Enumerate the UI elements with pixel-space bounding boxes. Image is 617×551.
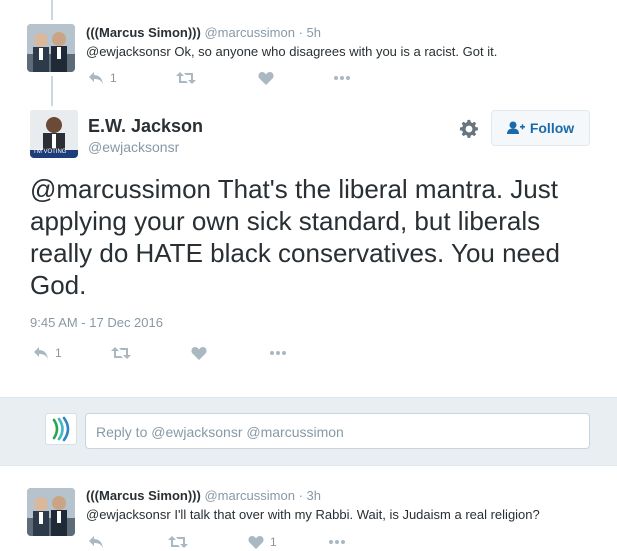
- reply-icon: [89, 72, 103, 84]
- tweet-header: (((Marcus Simon))) @marcussimon · 5h: [86, 25, 321, 40]
- more-button[interactable]: [333, 75, 351, 81]
- more-icon: [270, 351, 286, 355]
- retweet-icon: [176, 72, 196, 84]
- like-button[interactable]: [258, 71, 333, 85]
- tweet-text: @ewjacksonsr I'll talk that over with my…: [86, 507, 540, 522]
- retweet-icon: [111, 347, 131, 359]
- tweet-actions: 1: [33, 346, 287, 360]
- reply-icon: [34, 347, 48, 359]
- tweet-timestamp[interactable]: 9:45 AM - 17 Dec 2016: [30, 315, 163, 330]
- display-name[interactable]: (((Marcus Simon))): [86, 488, 201, 503]
- display-name[interactable]: (((Marcus Simon))): [86, 25, 201, 40]
- tweet-header: (((Marcus Simon))) @marcussimon · 3h: [86, 488, 321, 503]
- like-button[interactable]: [191, 346, 269, 360]
- reply-input[interactable]: Reply to @ewjacksonsr @marcussimon: [85, 413, 590, 449]
- reply-count: 1: [55, 346, 62, 360]
- retweet-button[interactable]: [168, 535, 248, 549]
- more-button[interactable]: [269, 350, 287, 356]
- follow-button[interactable]: Follow: [491, 110, 590, 146]
- reply-button[interactable]: [88, 535, 168, 549]
- tweet-time[interactable]: · 5h: [299, 25, 321, 40]
- retweet-icon: [168, 536, 188, 548]
- handle[interactable]: @ewjacksonsr: [88, 139, 179, 155]
- display-name[interactable]: E.W. Jackson: [88, 116, 203, 137]
- reply-button[interactable]: 1: [33, 346, 111, 360]
- handle[interactable]: @marcussimon: [204, 25, 295, 40]
- avatar[interactable]: [27, 488, 75, 536]
- like-button[interactable]: 1: [248, 535, 328, 549]
- more-button[interactable]: [328, 539, 346, 545]
- like-count: 1: [270, 535, 277, 549]
- more-icon: [334, 76, 350, 80]
- add-user-icon: [506, 121, 525, 134]
- settings-button[interactable]: [459, 119, 479, 144]
- signal-logo-icon: [52, 416, 70, 442]
- avatar-badge: I'M VOTING: [34, 149, 67, 155]
- retweet-button[interactable]: [111, 346, 191, 360]
- reply-icon: [89, 536, 103, 548]
- avatar[interactable]: I'M VOTING: [30, 110, 78, 158]
- tweet-text: @ewjacksonsr Ok, so anyone who disagrees…: [86, 44, 498, 59]
- retweet-button[interactable]: [176, 71, 258, 85]
- more-icon: [329, 540, 345, 544]
- avatar[interactable]: [27, 24, 75, 72]
- tweet-actions: 1: [88, 535, 346, 549]
- heart-icon: [191, 347, 207, 360]
- tweet-top[interactable]: (((Marcus Simon))) @marcussimon · 5h @ew…: [0, 0, 617, 100]
- reply-count: 1: [110, 71, 117, 85]
- heart-icon: [258, 72, 274, 85]
- tweet-actions: 1: [88, 71, 351, 85]
- avatar: [45, 413, 77, 445]
- heart-icon: [248, 536, 264, 549]
- tweet-time[interactable]: · 3h: [299, 488, 321, 503]
- reply-button[interactable]: 1: [88, 71, 176, 85]
- tweet-bottom[interactable]: (((Marcus Simon))) @marcussimon · 3h @ew…: [0, 482, 617, 551]
- handle[interactable]: @marcussimon: [204, 488, 295, 503]
- follow-label: Follow: [529, 120, 575, 136]
- gear-icon: [459, 119, 478, 138]
- tweet-text: @marcussimon That's the liberal mantra. …: [30, 174, 560, 300]
